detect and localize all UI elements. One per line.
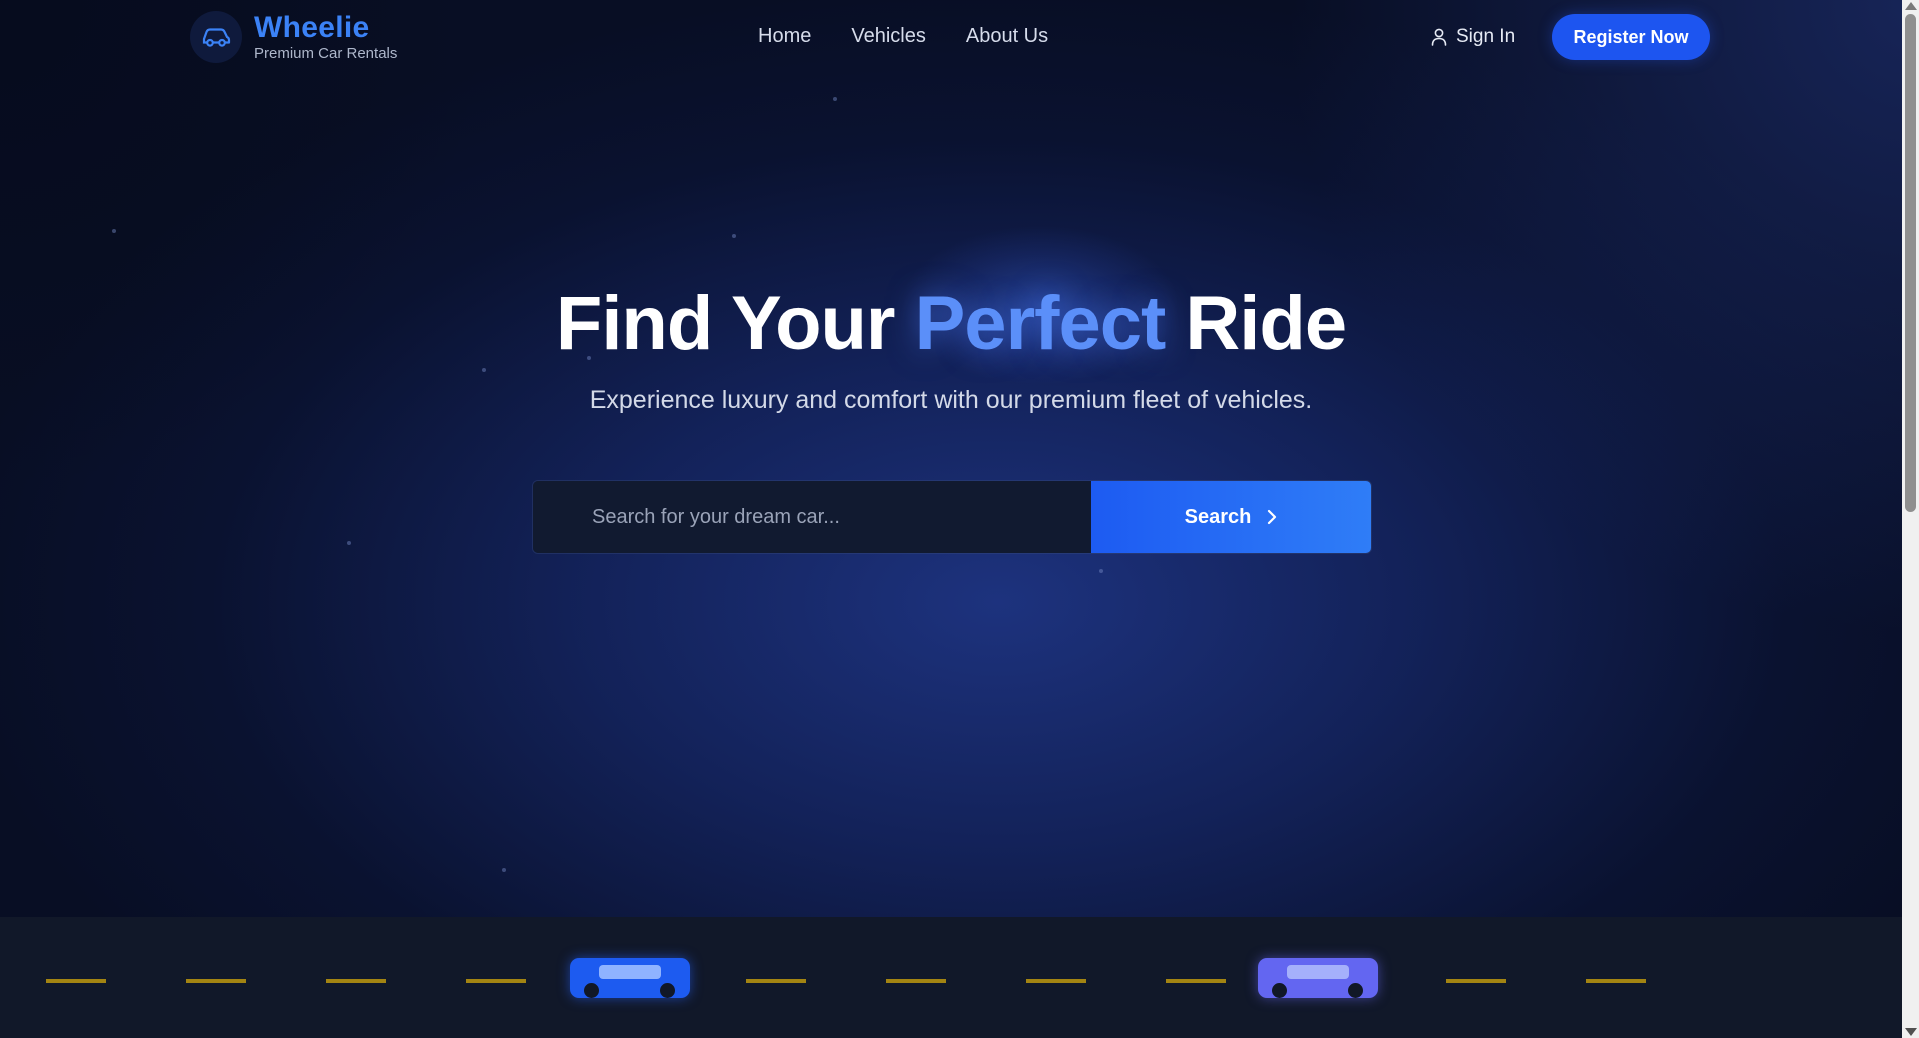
search-button-label: Search	[1184, 505, 1252, 528]
brand-tagline: Premium Car Rentals	[254, 45, 398, 62]
star-decoration	[347, 541, 351, 545]
hero-title-accent: Perfect	[914, 281, 1167, 366]
search-button[interactable]: Search	[1091, 481, 1371, 553]
hero-title: Find Your Perfect Ride	[0, 280, 1902, 368]
car-window	[599, 965, 661, 979]
register-now-button[interactable]: Register Now	[1552, 14, 1710, 60]
purple-car	[1258, 958, 1378, 998]
road-dash	[746, 979, 806, 983]
car-icon	[202, 28, 231, 47]
star-decoration	[732, 234, 736, 238]
car-wheel	[1272, 983, 1287, 998]
car-wheel	[660, 983, 675, 998]
brand-logo[interactable]: Wheelie Premium Car Rentals	[190, 11, 397, 63]
star-decoration	[502, 868, 506, 872]
scroll-down-icon[interactable]	[1905, 1028, 1917, 1036]
hero-subtitle: Experience luxury and comfort with our p…	[589, 386, 1313, 414]
road-dash	[1446, 979, 1506, 983]
main-nav: Home Vehicles About Us	[758, 25, 1048, 48]
search-bar: Search	[532, 480, 1372, 554]
road-dash	[186, 979, 246, 983]
site-header: Wheelie Premium Car Rentals Home Vehicle…	[0, 0, 1902, 76]
nav-link-about-us[interactable]: About Us	[966, 25, 1048, 48]
scrollbar-thumb[interactable]	[1905, 14, 1916, 512]
road-dash	[1586, 979, 1646, 983]
car-wheel	[1348, 983, 1363, 998]
road-dash	[1166, 979, 1226, 983]
car-wheel	[584, 983, 599, 998]
star-decoration	[482, 368, 486, 372]
hero-title-part1: Find Your	[555, 281, 915, 366]
road-animation	[0, 917, 1902, 1038]
hero-title-part2: Ride	[1165, 281, 1347, 366]
brand-name: Wheelie	[254, 11, 370, 44]
user-icon	[1431, 28, 1447, 46]
star-decoration	[112, 229, 116, 233]
chevron-right-icon	[1268, 509, 1277, 525]
nav-link-vehicles[interactable]: Vehicles	[851, 25, 926, 48]
nav-link-home[interactable]: Home	[758, 25, 811, 48]
star-decoration	[1099, 569, 1103, 573]
page-scrollbar[interactable]	[1902, 0, 1919, 1038]
sign-in-link[interactable]: Sign In	[1431, 26, 1515, 48]
road-dash	[1026, 979, 1086, 983]
scroll-up-icon[interactable]	[1905, 2, 1917, 10]
car-window	[1287, 965, 1349, 979]
road-dash	[326, 979, 386, 983]
search-input[interactable]	[533, 481, 1091, 553]
road-dash	[886, 979, 946, 983]
star-decoration	[833, 97, 837, 101]
road-dash	[46, 979, 106, 983]
page: Wheelie Premium Car Rentals Home Vehicle…	[0, 0, 1919, 1038]
logo-badge	[190, 11, 242, 63]
sign-in-label: Sign In	[1456, 26, 1516, 47]
road-dash	[466, 979, 526, 983]
blue-car	[570, 958, 690, 998]
